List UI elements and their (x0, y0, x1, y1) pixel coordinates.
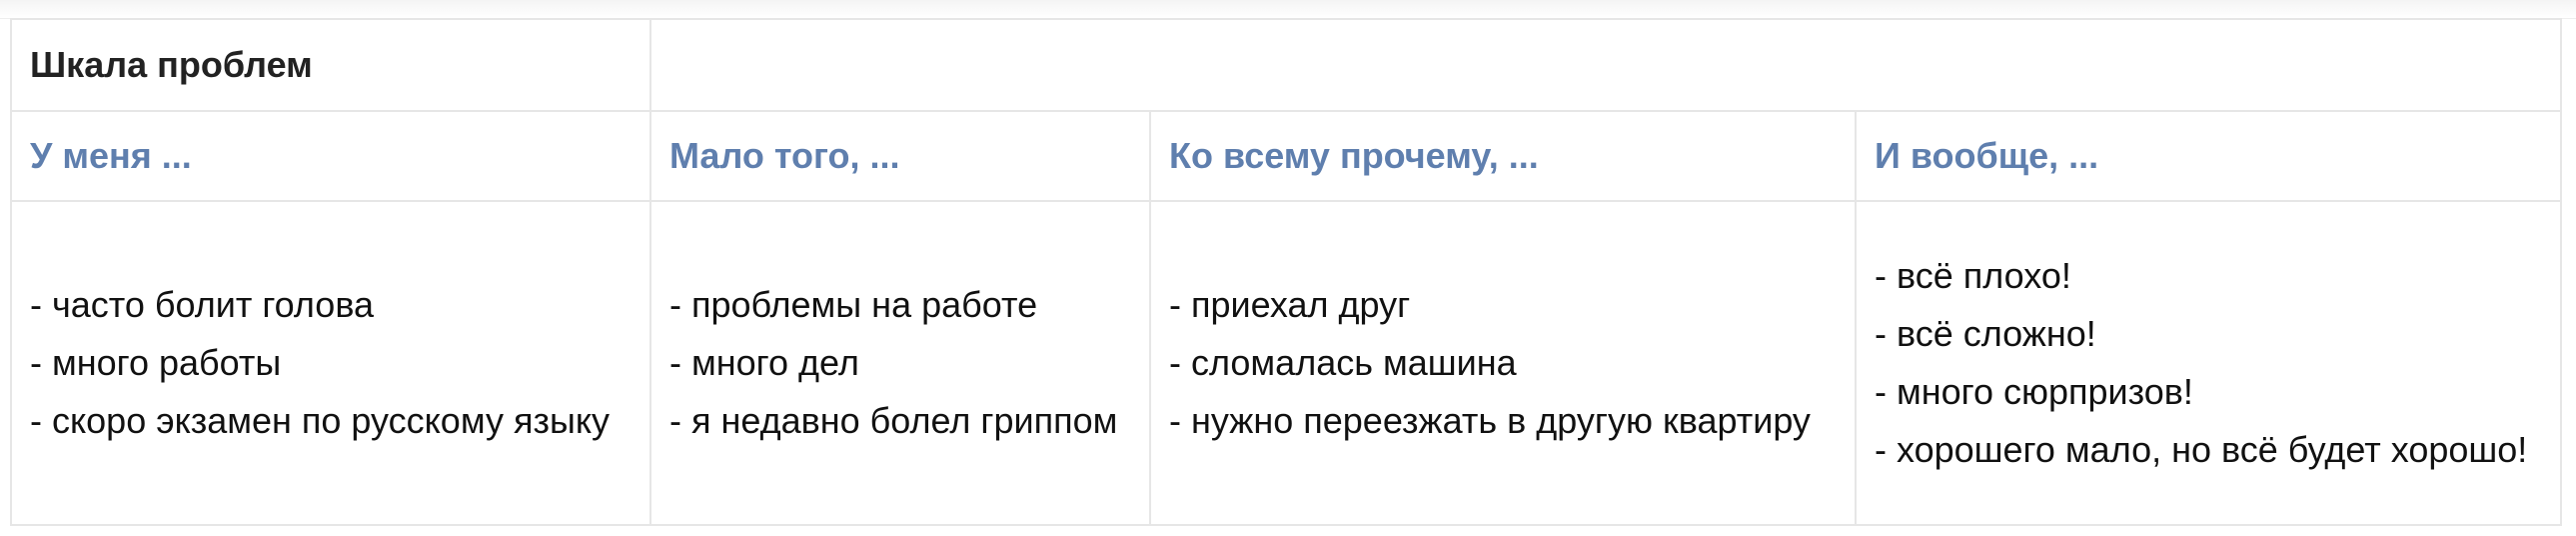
header-row: У меня ... Мало того, ... Ко всему проче… (10, 110, 2563, 202)
list-item: - скоро экзамен по русскому языку (30, 400, 611, 441)
list-item: - хорошего мало, но всё будет хорошо! (1875, 429, 2528, 470)
title-row-empty-cell (648, 18, 2563, 112)
list-item: - сломалась машина (1169, 342, 1517, 383)
list-item: - много дел (669, 342, 859, 383)
table-title: Шкала проблем (10, 18, 651, 112)
column-heading-4: И вообще, ... (1854, 110, 2563, 202)
problem-scale-container: Шкала проблем У меня ... Мало того, ... … (10, 18, 2563, 526)
list-item: - приехал друг (1169, 284, 1411, 325)
column-heading-2: Мало того, ... (649, 110, 1151, 202)
column-heading-1: У меня ... (10, 110, 651, 202)
column-3-items: - приехал друг - сломалась машина - нужн… (1149, 200, 1857, 526)
list-item: - много работы (30, 342, 282, 383)
list-item: - часто болит голова (30, 284, 375, 325)
list-item: - я недавно болел гриппом (669, 400, 1118, 441)
list-item: - много сюрпризов! (1875, 371, 2193, 412)
list-item: - нужно переезжать в другую квартиру (1169, 400, 1811, 441)
column-2-items: - проблемы на работе - много дел - я нед… (649, 200, 1151, 526)
list-item: - проблемы на работе (669, 284, 1038, 325)
problem-scale-table: Шкала проблем У меня ... Мало того, ... … (10, 18, 2563, 526)
title-row: Шкала проблем (10, 18, 2563, 112)
column-1-items: - часто болит голова - много работы - ск… (10, 200, 651, 526)
list-item: - всё сложно! (1875, 313, 2096, 354)
column-4-items: - всё плохо! - всё сложно! - много сюрпр… (1854, 200, 2563, 526)
list-item: - всё плохо! (1875, 255, 2071, 296)
column-heading-3: Ко всему прочему, ... (1149, 110, 1857, 202)
content-row: - часто болит голова - много работы - ск… (10, 200, 2563, 526)
top-shadow-bar (0, 0, 2576, 19)
